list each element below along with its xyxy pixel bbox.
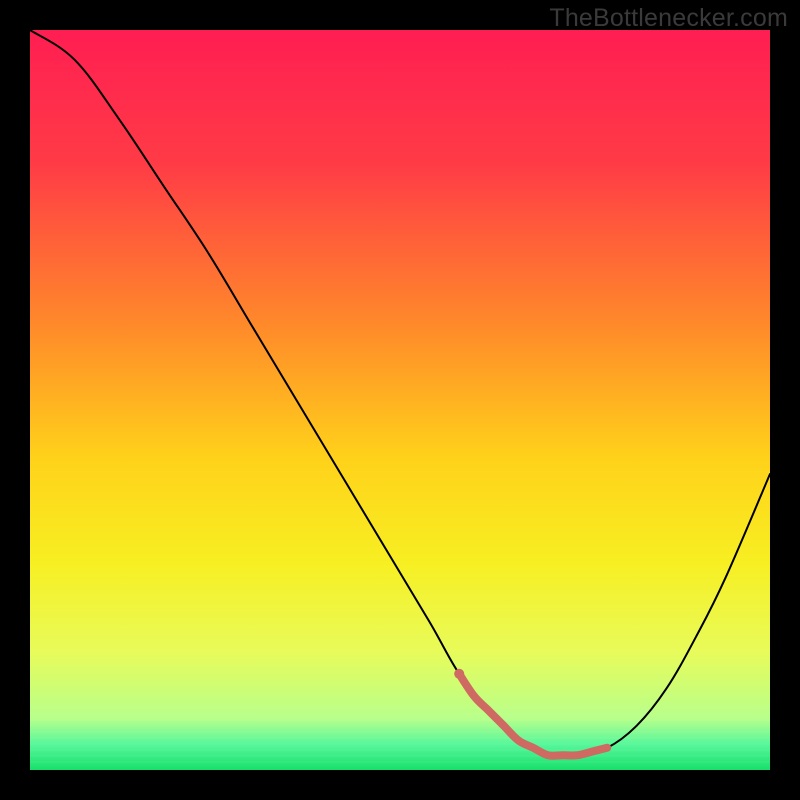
watermark-text: TheBottlenecker.com (549, 4, 788, 33)
gradient-background (30, 30, 770, 770)
highlight-marker (454, 669, 464, 679)
chart-frame: TheBottlenecker.com (0, 0, 800, 800)
bottleneck-chart (30, 30, 770, 770)
plot-area (30, 30, 770, 770)
